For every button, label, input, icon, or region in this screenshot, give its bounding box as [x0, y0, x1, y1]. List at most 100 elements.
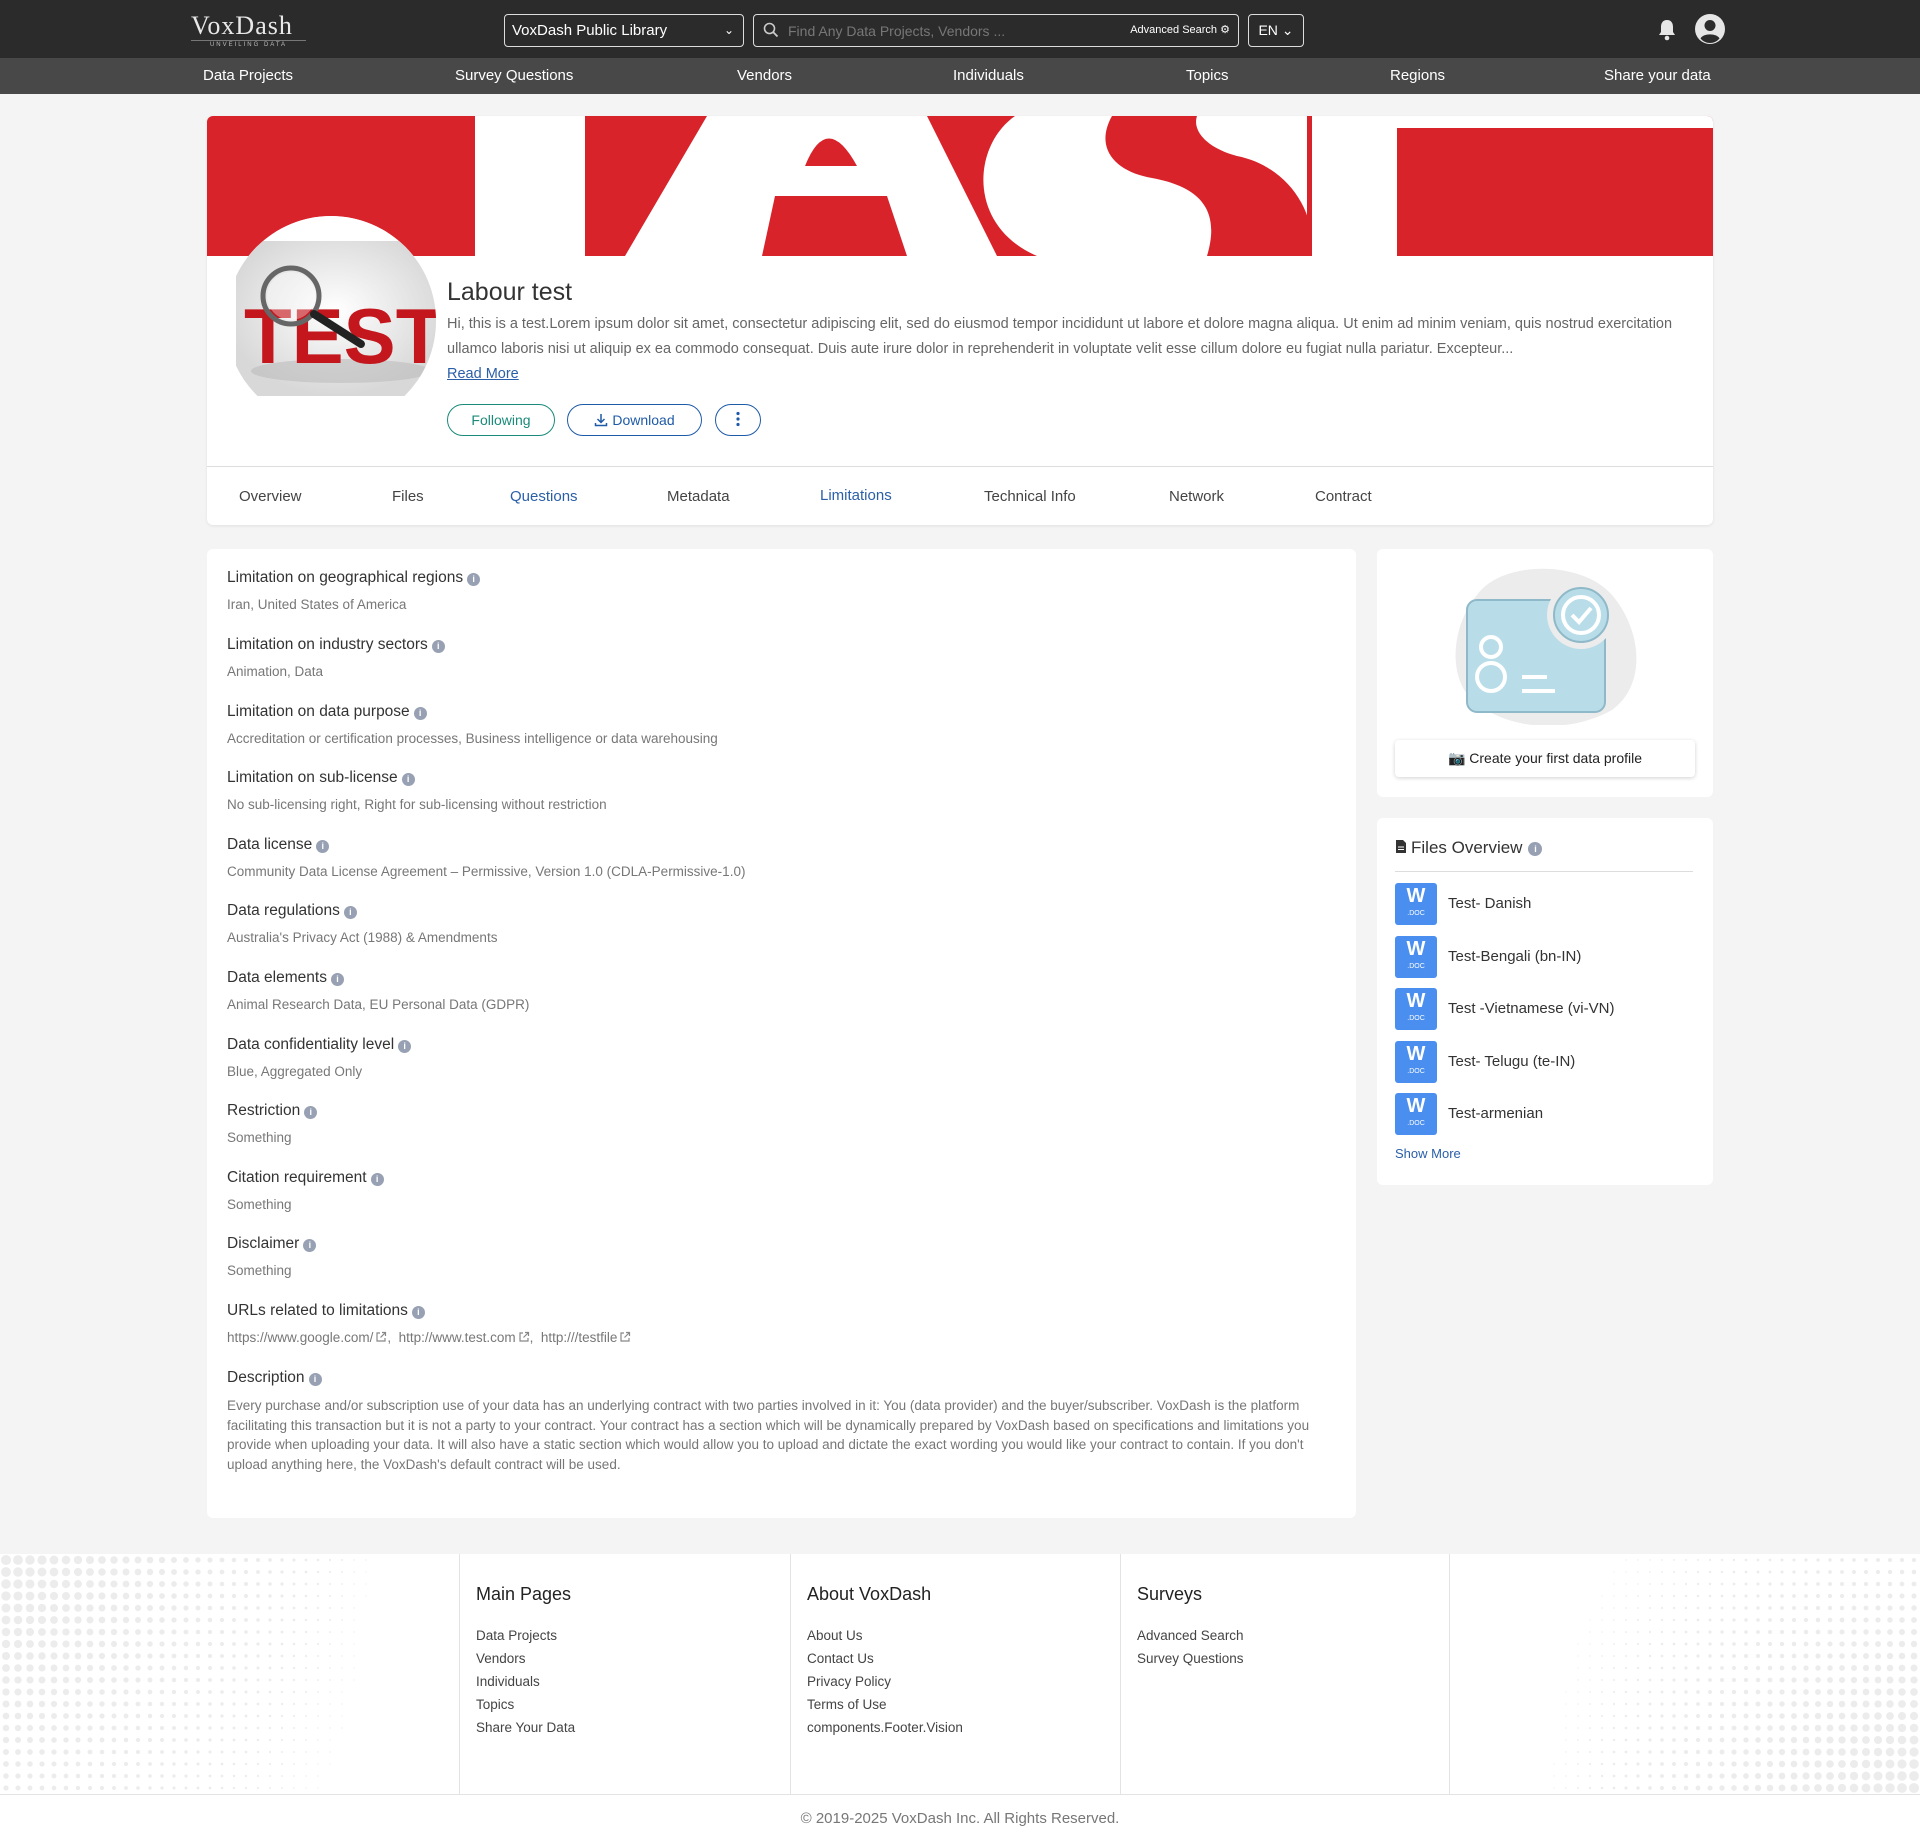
files-overview-card: Files Overview i W .DOC Test- Danish W .DOC… — [1377, 818, 1713, 1185]
limitation-value: Something — [227, 1197, 292, 1212]
main-nav: Data Projects Survey Questions Vendors I… — [0, 58, 1920, 94]
limitation-label-text: Citation requirement — [227, 1169, 367, 1186]
footer-link[interactable]: Data Projects — [476, 1628, 557, 1643]
search-icon — [763, 22, 779, 38]
info-icon[interactable]: i — [370, 1173, 384, 1186]
limitation-url-link[interactable]: http://www.test.com — [399, 1330, 516, 1345]
tab-metadata[interactable]: Metadata — [667, 467, 730, 525]
nav-survey-questions[interactable]: Survey Questions — [455, 58, 573, 94]
advanced-search-icon: ⚙ — [1220, 24, 1230, 36]
info-icon[interactable]: i — [343, 906, 357, 919]
tab-network[interactable]: Network — [1169, 467, 1224, 525]
library-select[interactable]: VoxDash Public Library ⌄ — [504, 14, 744, 47]
info-icon[interactable]: i — [1528, 842, 1543, 856]
limitation-value: Iran, United States of America — [227, 597, 407, 612]
limitation-label: Disclaimer i — [227, 1235, 317, 1253]
limitation-value: No sub-licensing right, Right for sub-li… — [227, 797, 607, 812]
doc-icon-letter: W — [1406, 1043, 1426, 1065]
tab-contract[interactable]: Contract — [1315, 467, 1372, 525]
footer-link[interactable]: Topics — [476, 1697, 514, 1712]
more-options-button[interactable] — [715, 404, 761, 436]
tab-questions[interactable]: Questions — [510, 467, 578, 525]
nav-individuals[interactable]: Individuals — [953, 58, 1024, 94]
footer-link[interactable]: Privacy Policy — [807, 1674, 891, 1689]
tab-files[interactable]: Files — [392, 467, 424, 525]
limitation-label: Data license i — [227, 836, 330, 854]
footer-link[interactable]: Contact Us — [807, 1651, 874, 1666]
limitation-label-text: Limitation on industry sectors — [227, 636, 428, 653]
download-button[interactable]: Download — [567, 404, 702, 436]
advanced-search-button[interactable]: Advanced Search ⚙ — [1130, 15, 1230, 46]
chevron-down-icon: ⌄ — [1281, 22, 1294, 38]
create-data-profile-button[interactable]: 📷 Create your first data profile — [1395, 740, 1695, 777]
nav-regions[interactable]: Regions — [1390, 58, 1445, 94]
footer-heading: Main Pages — [476, 1584, 572, 1604]
limitation-label-text: Disclaimer — [227, 1235, 300, 1252]
read-more-link[interactable]: Read More — [447, 366, 519, 382]
file-name[interactable]: Test -Vietnamese (vi-VN) — [1448, 988, 1614, 1030]
file-item[interactable]: W .DOC Test- Danish — [1395, 883, 1693, 925]
file-name[interactable]: Test- Danish — [1448, 883, 1531, 925]
footer-link[interactable]: Vendors — [476, 1651, 526, 1666]
file-name[interactable]: Test- Telugu (te-IN) — [1448, 1041, 1575, 1083]
tab-overview[interactable]: Overview — [239, 467, 302, 525]
info-icon[interactable]: i — [304, 1106, 318, 1119]
file-icon — [1396, 840, 1406, 853]
limitation-value: Something — [227, 1263, 292, 1278]
external-link-icon[interactable] — [375, 1331, 387, 1343]
footer-link[interactable]: Terms of Use — [807, 1697, 887, 1712]
user-avatar-icon[interactable] — [1694, 13, 1726, 45]
doc-icon-letter: W — [1406, 938, 1426, 960]
footer-link[interactable]: Share Your Data — [476, 1720, 575, 1735]
bell-icon[interactable] — [1656, 18, 1678, 42]
footer-link[interactable]: Individuals — [476, 1674, 540, 1689]
nav-data-projects[interactable]: Data Projects — [203, 58, 293, 94]
footer-link[interactable]: components.Footer.Vision — [807, 1720, 963, 1735]
file-item[interactable]: W .DOC Test-Bengali (bn-IN) — [1395, 936, 1693, 978]
footer-link[interactable]: Survey Questions — [1137, 1651, 1244, 1666]
doc-icon-ext: .DOC — [1407, 1120, 1425, 1127]
download-label: Download — [612, 412, 675, 428]
limitation-label: Restriction i — [227, 1102, 318, 1120]
info-icon[interactable]: i — [316, 840, 330, 853]
info-icon[interactable]: i — [431, 640, 445, 653]
language-select[interactable]: EN ⌄ — [1248, 14, 1304, 47]
file-item[interactable]: W .DOC Test -Vietnamese (vi-VN) — [1395, 988, 1693, 1030]
file-name[interactable]: Test-armenian — [1448, 1093, 1543, 1135]
footer-link[interactable]: About Us — [807, 1628, 863, 1643]
limitation-url-link[interactable]: http:///testfile — [541, 1330, 618, 1345]
info-icon[interactable]: i — [330, 973, 344, 986]
show-more-link[interactable]: Show More — [1395, 1146, 1461, 1161]
limitation-label-text: Data confidentiality level — [227, 1036, 395, 1053]
create-data-profile-label: Create your first data profile — [1469, 750, 1643, 766]
info-icon[interactable]: i — [308, 1373, 322, 1386]
word-doc-icon: W .DOC — [1395, 883, 1437, 925]
search-input[interactable] — [788, 15, 1088, 46]
tab-limitations[interactable]: Limitations — [808, 467, 904, 525]
tab-technical-info[interactable]: Technical Info — [984, 467, 1076, 525]
info-icon[interactable]: i — [398, 1040, 412, 1053]
info-icon[interactable]: i — [467, 573, 481, 586]
following-button[interactable]: Following — [447, 404, 555, 436]
external-link-icon[interactable] — [619, 1331, 631, 1343]
footer-link[interactable]: Advanced Search — [1137, 1628, 1244, 1643]
project-header-card: TEST Labour test Hi, this is a test.Lore… — [207, 116, 1713, 525]
file-item[interactable]: W .DOC Test- Telugu (te-IN) — [1395, 1041, 1693, 1083]
info-icon[interactable]: i — [401, 773, 415, 786]
limitation-url-link[interactable]: https://www.google.com/ — [227, 1330, 373, 1345]
limitation-value: Something — [227, 1130, 292, 1145]
file-name[interactable]: Test-Bengali (bn-IN) — [1448, 936, 1581, 978]
info-icon[interactable]: i — [411, 1306, 425, 1319]
file-item[interactable]: W .DOC Test-armenian — [1395, 1093, 1693, 1135]
limitation-urls: https://www.google.com/, http://www.test… — [227, 1330, 1327, 1345]
info-icon[interactable]: i — [303, 1239, 317, 1252]
nav-vendors[interactable]: Vendors — [737, 58, 792, 94]
nav-topics[interactable]: Topics — [1186, 58, 1229, 94]
external-link-icon[interactable] — [518, 1331, 530, 1343]
info-icon[interactable]: i — [413, 707, 427, 720]
voxdash-logo[interactable]: VoxDash UNVEILING DATA — [191, 12, 306, 48]
limitations-panel: Limitation on geographical regions i Iran… — [207, 549, 1356, 1518]
download-icon — [595, 414, 608, 427]
doc-icon-letter: W — [1406, 990, 1426, 1012]
nav-share-your-data[interactable]: Share your data — [1604, 58, 1711, 94]
